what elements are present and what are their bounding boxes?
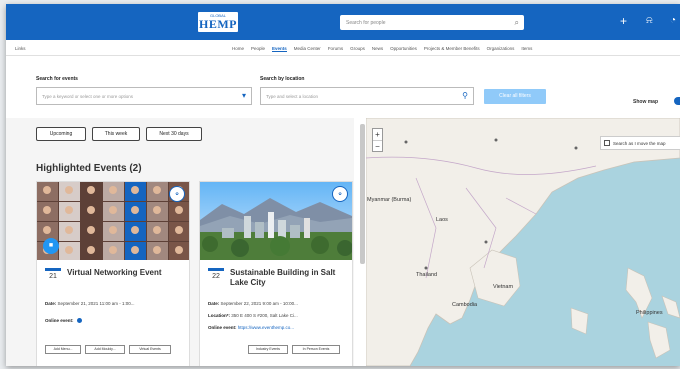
main-navigation: Links Home People Events Media Center Forums… <box>6 40 680 56</box>
event-day: 21 <box>49 273 57 280</box>
nav-tab-items[interactable]: Items <box>521 46 532 51</box>
nav-tab-events[interactable]: Events <box>272 46 287 52</box>
nav-tab-organizations[interactable]: Organizations <box>487 46 515 51</box>
salt-lake-city-image: ✿ <box>200 182 352 260</box>
nav-tabs: Home People Events Media Center Forums Groups… <box>232 46 539 52</box>
logo-big-text: HEMP <box>199 17 237 31</box>
event-date-box: 21 <box>45 268 61 282</box>
highlighted-events-heading: Highlighted Events (2) <box>36 163 142 174</box>
map-zoom-control: + − <box>372 128 383 152</box>
zoom-out-button[interactable]: − <box>373 140 382 152</box>
video-camera-icon: ■ <box>43 238 59 254</box>
top-bar: GLOBAL HEMP Search for people ⌕ + ⍾ ◔ <box>6 4 680 40</box>
events-map[interactable] <box>366 118 680 366</box>
event-tag-button[interactable]: In Person Events <box>292 345 340 354</box>
event-tag-button[interactable]: Virtual Events <box>129 345 171 354</box>
online-indicator-icon <box>76 318 82 324</box>
event-date-box: 22 <box>208 268 224 282</box>
search-icon[interactable]: ⌕ <box>515 18 519 28</box>
events-search-label: Search for events <box>36 76 78 82</box>
event-online-line: Online event: <box>45 318 189 324</box>
event-day: 22 <box>212 273 220 280</box>
location-search-placeholder: Type and select a location <box>266 94 319 99</box>
show-map-toggle[interactable] <box>674 97 680 105</box>
map-label-thailand: Thailand <box>416 272 438 278</box>
user-icon[interactable]: ◔ <box>670 12 676 30</box>
event-tag-button[interactable]: Industry Events <box>248 345 288 354</box>
show-map-label: Show map <box>633 99 659 105</box>
event-tag-button[interactable]: Add Menu... <box>45 345 81 354</box>
plus-icon[interactable]: + <box>620 12 627 30</box>
global-hemp-logo[interactable]: GLOBAL HEMP <box>198 12 238 32</box>
people-search-input[interactable]: Search for people ⌕ <box>340 15 524 30</box>
nav-links-menu[interactable]: Links <box>15 46 26 51</box>
online-event-link[interactable]: https://www.eventhemp.co... <box>238 325 294 330</box>
search-as-move-label: Search as I move the map <box>613 141 666 146</box>
event-image-collage: ✿ ■ <box>37 182 189 260</box>
event-date-line: Date: September 22, 2021 9:00 am - 10:00… <box>208 301 298 306</box>
map-label-vietnam: Vietnam <box>493 284 514 290</box>
hemp-badge-icon: ✿ <box>169 186 185 202</box>
event-date-line: Date: September 21, 2021 11:00 am - 1:00… <box>45 301 135 306</box>
bell-icon[interactable]: ⍾ <box>646 12 653 30</box>
hemp-badge-icon: ✿ <box>332 186 348 202</box>
filter-this-week-button[interactable]: This week <box>92 127 140 141</box>
filter-next-30-days-button[interactable]: Next 30 days <box>146 127 202 141</box>
search-as-move-checkbox[interactable]: Search as I move the map <box>600 136 680 150</box>
events-search-input[interactable]: Type a keyword or select one or more opt… <box>36 87 252 105</box>
map-label-laos: Laos <box>436 217 448 223</box>
events-search-placeholder: Type a keyword or select one or more opt… <box>42 94 134 99</box>
map-label-philippines: Philippines <box>636 310 663 316</box>
location-search-input[interactable]: Type and select a location ⚲ <box>260 87 474 105</box>
list-scrollbar[interactable] <box>360 124 365 264</box>
event-online-line: Online event: https://www.eventhemp.co..… <box>208 325 295 330</box>
event-location-line: Location*: 350 E 400 S #200, Salt Lake C… <box>208 313 298 318</box>
nav-tab-projects-member-benefits[interactable]: Projects & Member Benefits <box>424 46 480 51</box>
chevron-down-icon[interactable]: ▾ <box>242 91 246 100</box>
location-search-label: Search by location <box>260 76 305 82</box>
app-window: GLOBAL HEMP Search for people ⌕ + ⍾ ◔ Li… <box>6 4 680 366</box>
nav-tab-media-center[interactable]: Media Center <box>294 46 321 51</box>
nav-tab-home[interactable]: Home <box>232 46 244 51</box>
clear-filters-button[interactable]: Clear all filters <box>484 89 546 104</box>
checkbox-icon[interactable] <box>604 140 610 146</box>
map-label-cambodia: Cambodia <box>452 302 478 308</box>
search-placeholder: Search for people <box>346 20 386 26</box>
event-card[interactable]: ✿ 22 Sustainable Building in Salt Lake C… <box>199 181 353 366</box>
event-tag-button[interactable]: Add Mouldy... <box>85 345 125 354</box>
location-pin-icon[interactable]: ⚲ <box>462 91 468 100</box>
nav-tab-people[interactable]: People <box>251 46 265 51</box>
nav-tab-groups[interactable]: Groups <box>350 46 365 51</box>
zoom-in-button[interactable]: + <box>373 129 382 140</box>
map-label-myanmar: Myanmar (Burma) <box>367 197 412 203</box>
event-title[interactable]: Virtual Networking Event <box>67 268 185 278</box>
filter-upcoming-button[interactable]: Upcoming <box>36 127 86 141</box>
event-card[interactable]: ✿ ■ 21 Virtual Networking Event Date: Se… <box>36 181 190 366</box>
nav-tab-opportunities[interactable]: Opportunities <box>390 46 417 51</box>
nav-tab-news[interactable]: News <box>372 46 383 51</box>
nav-tab-forums[interactable]: Forums <box>328 46 343 51</box>
event-title[interactable]: Sustainable Building in Salt Lake City <box>230 268 348 288</box>
